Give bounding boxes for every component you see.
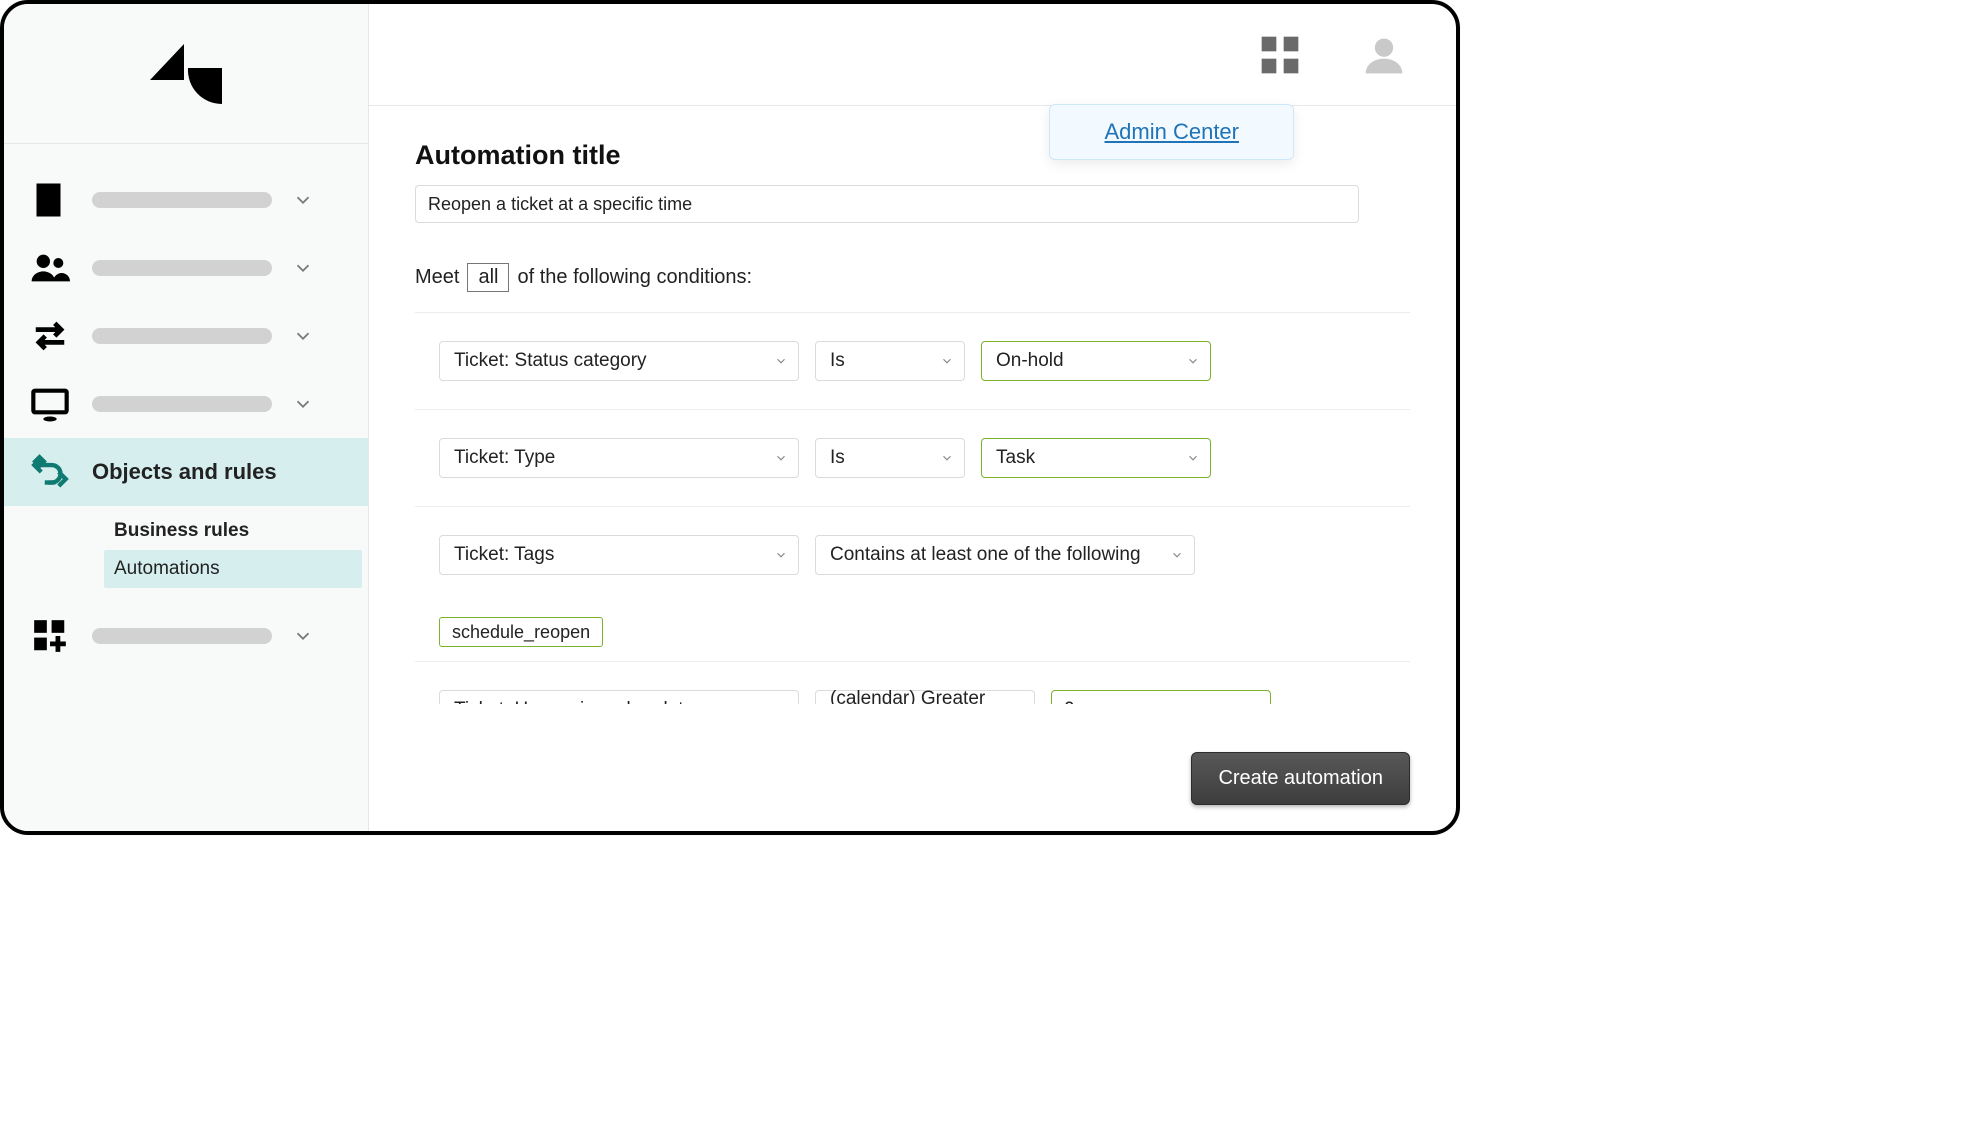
automation-title-input[interactable] bbox=[415, 185, 1359, 223]
sidebar-item-label: Objects and rules bbox=[92, 459, 277, 485]
tag-chip[interactable]: schedule_reopen bbox=[439, 617, 603, 647]
chevron-down-icon bbox=[1170, 548, 1184, 562]
sidebar-subnav: Business rules Automations bbox=[4, 506, 368, 602]
select-value: Ticket: Status category bbox=[454, 350, 647, 372]
topbar bbox=[369, 4, 1456, 106]
chevron-down-icon bbox=[940, 451, 954, 465]
chevron-down-icon bbox=[774, 548, 788, 562]
sidebar-placeholder bbox=[92, 260, 272, 276]
chevron-down-icon bbox=[940, 354, 954, 368]
condition-field-select[interactable]: Ticket: Hours since due date bbox=[439, 690, 799, 704]
admin-center-flyout: Admin Center bbox=[1049, 104, 1294, 160]
select-value: Ticket: Type bbox=[454, 447, 555, 469]
select-value: Is bbox=[830, 447, 845, 469]
sidebar-item-objects-rules[interactable]: Objects and rules bbox=[4, 438, 368, 506]
condition-field-select[interactable]: Ticket: Tags bbox=[439, 535, 799, 575]
sidebar-item-apps[interactable] bbox=[4, 602, 368, 670]
condition-operator-select[interactable]: Contains at least one of the following bbox=[815, 535, 1195, 575]
condition-operator-select[interactable]: Is bbox=[815, 341, 965, 381]
chevron-down-icon bbox=[292, 625, 314, 647]
chevron-down-icon bbox=[774, 703, 788, 704]
sidebar-item-workspaces[interactable] bbox=[4, 370, 368, 438]
sentence-all-box[interactable]: all bbox=[467, 263, 509, 292]
sidebar-placeholder bbox=[92, 328, 272, 344]
select-value: Is bbox=[830, 350, 845, 372]
chevron-down-icon bbox=[292, 393, 314, 415]
select-value: Ticket: Tags bbox=[454, 544, 554, 566]
select-value: (calendar) Greater than bbox=[830, 688, 1000, 704]
condition-operator-select[interactable]: Is bbox=[815, 438, 965, 478]
sidebar-item-account[interactable] bbox=[4, 166, 368, 234]
products-grid-icon[interactable] bbox=[1258, 33, 1302, 77]
chevron-down-icon bbox=[292, 325, 314, 347]
sentence-post: of the following conditions: bbox=[517, 266, 752, 289]
chevron-down-icon bbox=[774, 354, 788, 368]
sidebar-placeholder bbox=[92, 396, 272, 412]
condition-operator-select[interactable]: (calendar) Greater than bbox=[815, 690, 1035, 704]
flow-icon bbox=[28, 450, 72, 494]
chevron-down-icon bbox=[774, 451, 788, 465]
sidebar-item-channels[interactable] bbox=[4, 302, 368, 370]
select-value: Task bbox=[996, 447, 1035, 469]
monitor-icon bbox=[28, 382, 72, 426]
condition-row: Ticket: Type Is Task bbox=[415, 410, 1410, 507]
chevron-down-icon bbox=[292, 257, 314, 279]
sidebar-nav: Objects and rules Business rules Automat… bbox=[4, 144, 368, 670]
chevron-down-icon bbox=[1186, 354, 1200, 368]
subnav-automations[interactable]: Automations bbox=[104, 550, 362, 588]
chevron-down-icon bbox=[1186, 451, 1200, 465]
people-icon bbox=[28, 246, 72, 290]
conditions-sentence: Meet all of the following conditions: bbox=[415, 263, 1410, 292]
profile-icon[interactable] bbox=[1362, 33, 1406, 77]
condition-row: Ticket: Tags Contains at least one of th… bbox=[415, 507, 1410, 662]
chevron-down-icon bbox=[292, 189, 314, 211]
condition-row: Ticket: Hours since due date (calendar) … bbox=[415, 662, 1410, 704]
zendesk-logo-icon bbox=[150, 44, 222, 104]
sidebar-placeholder bbox=[92, 192, 272, 208]
condition-value-select[interactable]: Task bbox=[981, 438, 1211, 478]
condition-value-select[interactable]: On-hold bbox=[981, 341, 1211, 381]
select-value: Contains at least one of the following bbox=[830, 544, 1141, 566]
building-icon bbox=[28, 178, 72, 222]
select-value: Ticket: Hours since due date bbox=[454, 699, 694, 704]
condition-field-select[interactable]: Ticket: Type bbox=[439, 438, 799, 478]
chevron-down-icon bbox=[1010, 703, 1024, 704]
apps-add-icon bbox=[28, 614, 72, 658]
select-value: On-hold bbox=[996, 350, 1064, 372]
logo-area bbox=[4, 4, 368, 144]
subnav-business-rules[interactable]: Business rules bbox=[4, 512, 368, 550]
conditions-block: Ticket: Status category Is On-hold bbox=[415, 312, 1410, 704]
arrows-icon bbox=[28, 314, 72, 358]
app-window: Objects and rules Business rules Automat… bbox=[0, 0, 1460, 835]
main: Admin Center Automation title Meet all o… bbox=[369, 4, 1456, 831]
admin-center-link[interactable]: Admin Center bbox=[1104, 119, 1239, 144]
sidebar: Objects and rules Business rules Automat… bbox=[4, 4, 369, 831]
sidebar-item-people[interactable] bbox=[4, 234, 368, 302]
create-automation-button[interactable]: Create automation bbox=[1191, 752, 1410, 805]
condition-row: Ticket: Status category Is On-hold bbox=[415, 313, 1410, 410]
sidebar-placeholder bbox=[92, 628, 272, 644]
condition-number-input[interactable] bbox=[1051, 690, 1271, 704]
condition-field-select[interactable]: Ticket: Status category bbox=[439, 341, 799, 381]
sentence-pre: Meet bbox=[415, 266, 459, 289]
footer: Create automation bbox=[369, 704, 1456, 831]
content: Automation title Meet all of the followi… bbox=[369, 106, 1456, 704]
